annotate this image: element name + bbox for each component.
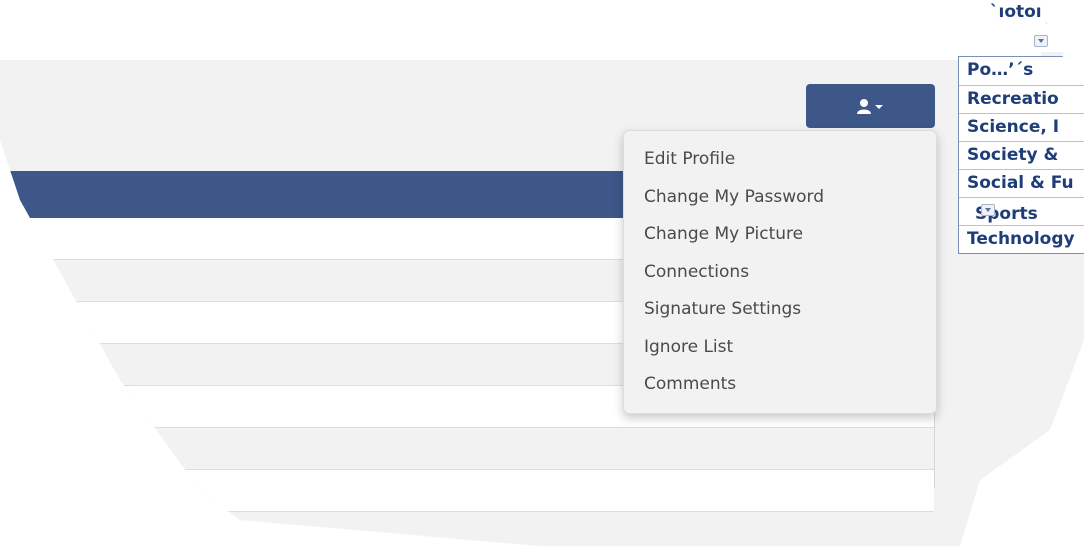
row-text: m [50, 272, 65, 290]
category-label: Technology [967, 229, 1075, 249]
category-item[interactable]: Social & Fu [959, 169, 1084, 198]
category-label: Po…’´s [967, 60, 1034, 80]
category-item[interactable]: Po…’´s [959, 57, 1084, 85]
category-item[interactable]: Society & [959, 141, 1084, 170]
category-title: `ıotoı [990, 2, 1042, 22]
category-label: Science, I [967, 117, 1060, 137]
menu-item-edit-profile[interactable]: Edit Profile [644, 148, 735, 170]
user-caret-icon [857, 99, 883, 114]
expand-icon[interactable] [1034, 35, 1048, 47]
menu-item-connections[interactable]: Connections [644, 261, 749, 283]
page-background: m Edit Profile Change My Password Change… [0, 20, 1084, 546]
category-label: Recreatio [967, 89, 1059, 109]
table-row[interactable] [0, 428, 934, 470]
menu-item-comments[interactable]: Comments [644, 373, 736, 395]
category-item[interactable]: Technology [959, 225, 1084, 254]
category-label: Society & [967, 145, 1059, 165]
category-label: Social & Fu [967, 173, 1074, 193]
user-menu-button[interactable] [806, 84, 935, 128]
user-dropdown-menu: Edit Profile Change My Password Change M… [623, 130, 937, 414]
category-item[interactable]: Recreatio [959, 85, 1084, 114]
table-row[interactable] [0, 470, 934, 512]
menu-item-ignore-list[interactable]: Ignore List [644, 336, 733, 358]
menu-item-change-password[interactable]: Change My Password [644, 186, 824, 208]
expand-icon[interactable] [981, 204, 995, 216]
category-item[interactable]: Science, I [959, 113, 1084, 142]
menu-item-change-picture[interactable]: Change My Picture [644, 223, 803, 245]
category-sidebar: `ıotoı Po…’´s Recreatio Science, I Socie… [958, 0, 1084, 254]
category-list: Po…’´s Recreatio Science, I Society & So… [958, 56, 1084, 254]
menu-item-signature-settings[interactable]: Signature Settings [644, 298, 801, 320]
category-item-sports[interactable]: Sports [959, 197, 1084, 226]
